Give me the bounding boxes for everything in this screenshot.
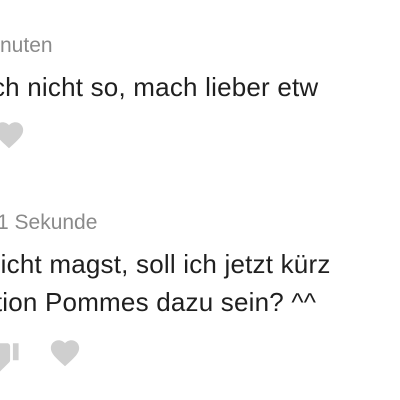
- comment-text-line: rtion Pommes dazu sein? ^^: [0, 287, 317, 317]
- comment-text-line: nicht magst, soll ich jetzt kürz: [0, 249, 331, 279]
- like-heart-icon[interactable]: [48, 336, 82, 370]
- comment-thread: nuten ich nicht so, mach lieber etw 1 Se…: [0, 0, 400, 400]
- dislike-thumbs-down-icon[interactable]: [0, 339, 20, 373]
- comment-timestamp: 1 Sekunde: [0, 211, 98, 234]
- comment-timestamp: nuten: [0, 34, 53, 57]
- like-heart-icon[interactable]: [0, 118, 26, 152]
- comment-text-line: ich nicht so, mach lieber etw: [0, 72, 319, 102]
